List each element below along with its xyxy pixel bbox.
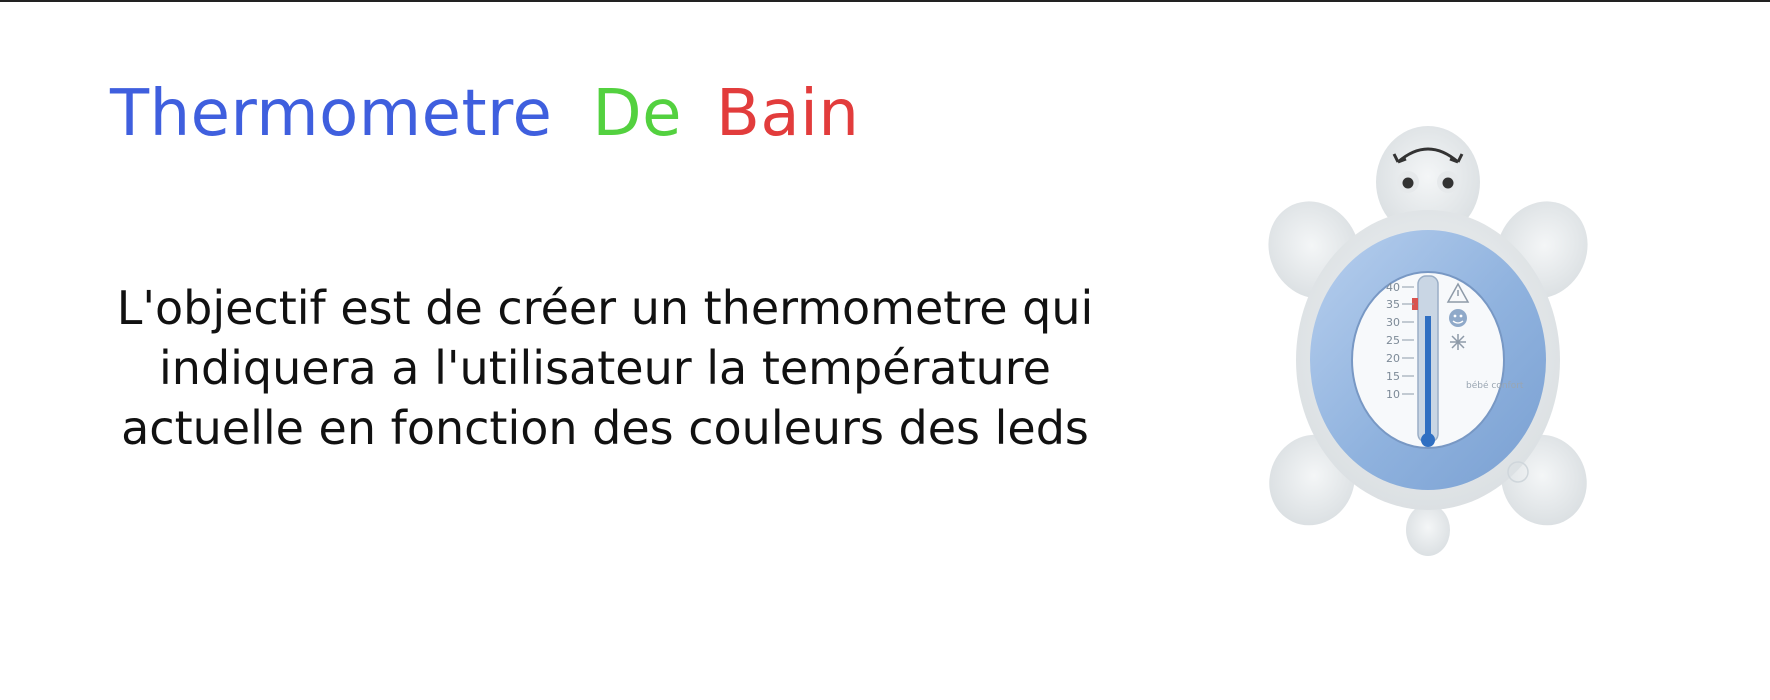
slide-title: Thermometre De Bain	[110, 74, 859, 154]
title-word-bain: Bain	[715, 77, 860, 151]
turtle-thermometer-icon: 40 35 30 25 20 15 10 bébé confort	[1268, 126, 1588, 556]
turtle-thermometer-image: 40 35 30 25 20 15 10 bébé confort	[1262, 120, 1594, 562]
scale-label: 15	[1386, 370, 1400, 383]
description-line: actuelle en fonction des couleurs des le…	[121, 401, 1089, 455]
description-text: L'objectif est de créer un thermometre q…	[100, 278, 1110, 458]
scale-label: 30	[1386, 316, 1400, 329]
brand-label: bébé confort	[1466, 380, 1524, 391]
scale-label: 40	[1386, 281, 1400, 294]
slide: Thermometre De Bain L'objectif est de crée…	[0, 0, 1770, 700]
scale-label: 25	[1386, 334, 1400, 347]
title-word-de: De	[592, 77, 682, 151]
scale-label: 35	[1386, 298, 1400, 311]
description-line: L'objectif est de créer un thermometre q…	[116, 281, 1094, 335]
title-word-thermometre: Thermometre	[110, 77, 553, 151]
scale-label: 20	[1386, 352, 1400, 365]
description-line: indiquera a l'utilisateur la température	[159, 341, 1051, 395]
scale-label: 10	[1386, 388, 1400, 401]
